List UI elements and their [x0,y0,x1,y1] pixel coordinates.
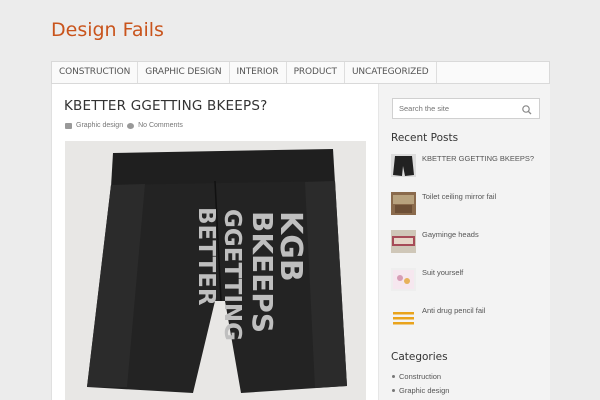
comment-icon [127,122,135,129]
nav-item-interior[interactable]: INTERIOR [230,62,287,83]
recent-post-thumb [391,192,416,215]
bullet-icon [392,389,395,392]
category-label[interactable]: Graphic design [399,386,449,395]
recent-post-label[interactable]: Gayminge heads [422,230,479,239]
nav-item-construction[interactable]: CONSTRUCTION [52,62,139,83]
bullet-icon [392,375,395,378]
recent-post-thumb [391,230,416,253]
sidebar: Recent Posts KBETTER GGETTING BKEEPS? To… [378,84,550,400]
post-title[interactable]: KBETTER GGETTING BKEEPS? [64,98,268,114]
recent-posts-title: Recent Posts [391,132,459,144]
category-item-construction[interactable]: Construction [392,372,441,381]
recent-post-item[interactable]: Suit yourself [391,268,546,292]
main-content: KBETTER GGETTING BKEEPS? Graphic design … [52,84,378,400]
post-comments-link[interactable]: No Comments [138,122,183,129]
print-line-better: BETTER [193,207,219,306]
recent-post-thumb [391,306,416,329]
search-icon[interactable] [521,103,533,115]
recent-post-item[interactable]: Toilet ceiling mirror fail [391,192,546,216]
post-meta: Graphic design No Comments [65,122,183,129]
nav-item-graphic-design[interactable]: GRAPHIC DESIGN [138,62,230,83]
categories-title: Categories [391,351,448,363]
print-line-ggetting: GGETTING [219,209,245,341]
recent-post-label[interactable]: Suit yourself [422,268,463,277]
recent-post-label[interactable]: Anti drug pencil fail [422,306,485,315]
recent-post-thumb [391,268,416,291]
shorts-illustration: KGB BKEEPS GGETTING BETTER [65,141,366,400]
search-box [392,98,540,119]
site-title[interactable]: Design Fails [51,19,164,41]
recent-post-label[interactable]: KBETTER GGETTING BKEEPS? [422,154,534,163]
post-image[interactable]: KGB BKEEPS GGETTING BETTER [65,141,366,400]
nav-item-product[interactable]: PRODUCT [287,62,345,83]
recent-post-thumb [391,154,416,177]
category-item-graphic-design[interactable]: Graphic design [392,386,449,395]
nav-item-uncategorized[interactable]: UNCATEGORIZED [345,62,437,83]
search-input[interactable] [393,99,521,118]
recent-post-label[interactable]: Toilet ceiling mirror fail [422,192,496,201]
content-wrapper: KBETTER GGETTING BKEEPS? Graphic design … [51,84,550,400]
post-category-link[interactable]: Graphic design [76,122,123,129]
recent-post-item[interactable]: KBETTER GGETTING BKEEPS? [391,154,546,178]
main-nav: CONSTRUCTION GRAPHIC DESIGN INTERIOR PRO… [51,61,550,84]
category-label[interactable]: Construction [399,372,441,381]
recent-post-item[interactable]: Gayminge heads [391,230,546,254]
recent-post-item[interactable]: Anti drug pencil fail [391,306,546,330]
tag-icon [65,122,72,129]
print-line-bkeeps: BKEEPS [246,211,279,333]
